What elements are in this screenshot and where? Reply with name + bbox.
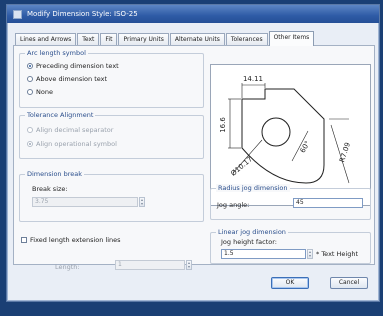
text-height-suffix: * Text Height bbox=[316, 250, 359, 258]
radius-jog-legend: Radius jog dimension bbox=[216, 184, 290, 192]
app-icon bbox=[13, 9, 22, 19]
length-input[interactable]: 1 bbox=[115, 260, 185, 270]
modify-dimension-style-dialog: Modify Dimension Style: ISO-25 Lines and… bbox=[6, 4, 380, 302]
dim-diameter-text: Ø10.17 bbox=[229, 155, 254, 178]
checkbox-box[interactable] bbox=[21, 237, 27, 243]
radio-none[interactable]: None bbox=[27, 88, 53, 96]
window-title: Modify Dimension Style: ISO-25 bbox=[27, 10, 138, 18]
radio-label: Align decimal separator bbox=[36, 126, 114, 134]
jog-angle-input[interactable]: 45 bbox=[293, 198, 363, 208]
jog-angle-label: Jog angle: bbox=[217, 201, 250, 209]
checkbox-label: Fixed length extension lines bbox=[30, 236, 121, 244]
radio-label: Align operational symbol bbox=[36, 140, 117, 148]
jog-height-label: Jog height factor: bbox=[221, 238, 277, 246]
dim-left-text: 16.6 bbox=[219, 117, 227, 133]
radio-button[interactable] bbox=[27, 141, 33, 147]
tolerance-alignment-legend: Tolerance Alignment bbox=[25, 111, 96, 119]
arc-length-legend: Arc length symbol bbox=[25, 49, 88, 57]
radio-align-operational-symbol[interactable]: Align operational symbol bbox=[27, 140, 117, 148]
length-spinner[interactable] bbox=[186, 260, 192, 270]
radio-label: None bbox=[36, 88, 53, 96]
dim-top-text: 14.11 bbox=[243, 75, 263, 83]
radio-button[interactable] bbox=[27, 63, 33, 69]
arc-length-group: Arc length symbol Preceding dimension te… bbox=[19, 49, 204, 108]
dimension-break-group: Dimension break Break size: 3.75 bbox=[19, 170, 204, 222]
radio-button[interactable] bbox=[27, 127, 33, 133]
linear-jog-legend: Linear jog dimension bbox=[216, 228, 288, 236]
linear-jog-group: Linear jog dimension Jog height factor: … bbox=[210, 228, 371, 264]
tab-other-items[interactable]: Other Items bbox=[268, 31, 315, 46]
fixed-length-checkbox[interactable]: Fixed length extension lines bbox=[21, 236, 121, 244]
jog-height-spinner[interactable] bbox=[307, 249, 313, 259]
ok-button[interactable]: OK bbox=[271, 277, 309, 289]
radio-align-decimal-separator[interactable]: Align decimal separator bbox=[27, 126, 113, 134]
radio-button[interactable] bbox=[27, 89, 33, 95]
title-bar[interactable]: Modify Dimension Style: ISO-25 bbox=[7, 5, 379, 23]
break-size-spinner[interactable] bbox=[139, 197, 145, 207]
radio-button[interactable] bbox=[27, 76, 33, 82]
tolerance-alignment-group: Tolerance Alignment Align decimal separa… bbox=[19, 111, 204, 159]
dim-right-text: R7.09 bbox=[338, 141, 352, 163]
break-size-label: Break size: bbox=[32, 185, 68, 193]
break-size-input[interactable]: 3.75 bbox=[32, 197, 138, 207]
radio-label: Preceding dimension text bbox=[36, 62, 119, 70]
cancel-button[interactable]: Cancel bbox=[330, 277, 368, 289]
radio-preceding-dimension-text[interactable]: Preceding dimension text bbox=[27, 62, 119, 70]
other-items-panel: Arc length symbol Preceding dimension te… bbox=[13, 45, 375, 271]
length-label: Length: bbox=[55, 263, 80, 271]
radio-label: Above dimension text bbox=[36, 75, 108, 83]
radio-above-dimension-text[interactable]: Above dimension text bbox=[27, 75, 107, 83]
dimension-break-legend: Dimension break bbox=[25, 170, 85, 178]
dim-angle-text: 60° bbox=[299, 140, 312, 155]
jog-height-input[interactable]: 1.5 bbox=[221, 249, 306, 259]
radius-jog-group: Radius jog dimension Jog angle: 45 bbox=[210, 184, 371, 220]
